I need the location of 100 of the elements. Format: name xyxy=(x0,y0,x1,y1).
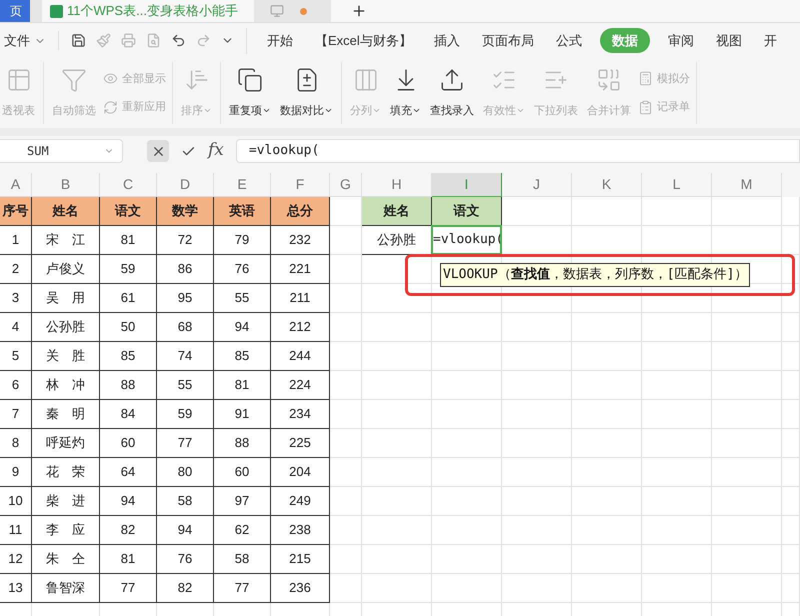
table-cell-text: 公孙胜 xyxy=(46,318,85,336)
empty-cell xyxy=(712,574,782,603)
name-box[interactable]: SUM xyxy=(0,139,123,163)
empty-cell xyxy=(782,400,800,429)
empty-cell xyxy=(712,516,782,545)
document-tab[interactable]: 11个WPS表...变身表格小能手 xyxy=(42,0,254,22)
empty-cell xyxy=(782,284,800,313)
document-tab[interactable]: 页 xyxy=(0,0,30,22)
column-letter[interactable]: I xyxy=(432,173,502,197)
table-cell-text: 88 xyxy=(234,434,250,452)
empty-cell xyxy=(502,574,572,603)
function-icon[interactable]: fx xyxy=(208,138,224,164)
ribbon-button[interactable]: 填充 xyxy=(388,63,423,123)
table-cell-text: 朱 仝 xyxy=(46,550,85,568)
table-cell-text: 秦 明 xyxy=(46,405,85,424)
empty-cell xyxy=(330,284,362,313)
table-cell-text: 55 xyxy=(234,289,250,308)
table-cell-text: 74 xyxy=(178,347,192,366)
table-cell-text: 58 xyxy=(234,550,250,568)
menu-tab[interactable]: 开始 xyxy=(263,30,297,50)
ribbon-icon xyxy=(638,71,653,86)
table-cell-text: 12 xyxy=(8,550,23,568)
empty-cell xyxy=(572,371,642,400)
table-cell-text: 91 xyxy=(234,405,250,424)
cancel-button[interactable] xyxy=(147,140,169,162)
empty-cell xyxy=(642,545,712,574)
ribbon-button[interactable]: 查找录入 xyxy=(428,63,476,123)
table-cell-text: 81 xyxy=(120,550,136,568)
table-cell-text: 59 xyxy=(120,260,136,278)
table-cell-text: 关 胜 xyxy=(46,347,85,366)
empty-cell xyxy=(432,574,502,603)
ribbon-button[interactable]: 重复项 xyxy=(227,63,273,123)
ribbon-icon xyxy=(596,67,622,93)
table-cell-text: 2 xyxy=(12,260,20,278)
menu-tab[interactable]: 【Excel与财务】 xyxy=(311,30,416,50)
empty-cell xyxy=(432,429,502,458)
empty-cell xyxy=(432,545,502,574)
column-letter[interactable]: J xyxy=(502,173,572,197)
empty-cell xyxy=(362,516,432,545)
column-letter[interactable]: M xyxy=(712,173,782,197)
new-tab-icon[interactable] xyxy=(350,3,367,19)
table-cell-text: 85 xyxy=(234,347,250,366)
menu-tab[interactable]: 视图 xyxy=(712,30,746,50)
spreadsheet-icon xyxy=(50,4,63,18)
table-cell-text: 86 xyxy=(178,260,192,278)
empty-cell xyxy=(782,255,800,284)
empty-cell xyxy=(502,429,572,458)
empty-cell xyxy=(642,516,712,545)
menu-tab[interactable]: 插入 xyxy=(430,30,464,50)
table-cell-text: 5 xyxy=(12,347,20,366)
column-header: 姓名 xyxy=(52,202,78,220)
column-letter[interactable]: K xyxy=(572,173,642,197)
table-cell-text: 211 xyxy=(290,289,310,308)
function-tooltip: VLOOKUP（查找值，数据表，列序数，[匹配条件]） xyxy=(440,263,750,286)
ribbon-button[interactable]: 数据对比 xyxy=(278,63,335,123)
table-cell-text: 62 xyxy=(234,521,250,540)
column-header: 数学 xyxy=(172,202,198,220)
table-cell-text: 97 xyxy=(234,492,250,510)
undo-icon[interactable] xyxy=(171,33,186,48)
file-menu[interactable]: 文件 xyxy=(0,30,59,50)
table-cell-text: 225 xyxy=(289,434,311,452)
formula-field[interactable]: =vlookup( xyxy=(236,139,800,163)
empty-cell xyxy=(432,313,502,342)
menu-tab[interactable]: 开 xyxy=(760,30,781,50)
table-cell-text: 212 xyxy=(289,318,311,336)
empty-cell xyxy=(712,545,782,574)
empty-cell xyxy=(362,429,432,458)
empty-cell xyxy=(712,197,782,226)
empty-cell xyxy=(642,342,712,371)
table-cell-text: 77 xyxy=(178,434,192,452)
column-header: 姓名 xyxy=(384,202,410,220)
empty-cell xyxy=(642,574,712,603)
column-letter[interactable]: G xyxy=(330,173,362,197)
empty-cell xyxy=(330,342,362,371)
table-cell-text: 58 xyxy=(178,492,192,510)
table-cell-text: 232 xyxy=(289,231,311,250)
table-cell-text: 88 xyxy=(120,376,136,394)
table-cell-text: 59 xyxy=(178,405,192,424)
table-cell-text: 宋 江 xyxy=(46,231,85,250)
table-cell-text: 80 xyxy=(178,463,192,482)
empty-cell xyxy=(432,487,502,516)
empty-cell xyxy=(330,487,362,516)
empty-cell xyxy=(782,574,800,603)
menu-tab[interactable]: 页面布局 xyxy=(478,30,538,50)
empty-cell xyxy=(782,487,800,516)
empty-cell xyxy=(362,342,432,371)
column-letter[interactable]: L xyxy=(642,173,712,197)
save-icon[interactable] xyxy=(71,33,86,48)
empty-cell xyxy=(330,458,362,487)
empty-cell xyxy=(330,226,362,255)
empty-cell xyxy=(572,574,642,603)
menu-tab[interactable]: 数据 xyxy=(600,28,650,54)
table-cell-text: 234 xyxy=(289,405,311,424)
menu-tab[interactable]: 公式 xyxy=(552,30,586,50)
table-cell-text: 68 xyxy=(178,318,192,336)
empty-cell xyxy=(330,545,362,574)
menu-tab[interactable]: 审阅 xyxy=(664,30,698,50)
empty-cell xyxy=(572,429,642,458)
empty-cell xyxy=(712,487,782,516)
empty-cell xyxy=(782,313,800,342)
